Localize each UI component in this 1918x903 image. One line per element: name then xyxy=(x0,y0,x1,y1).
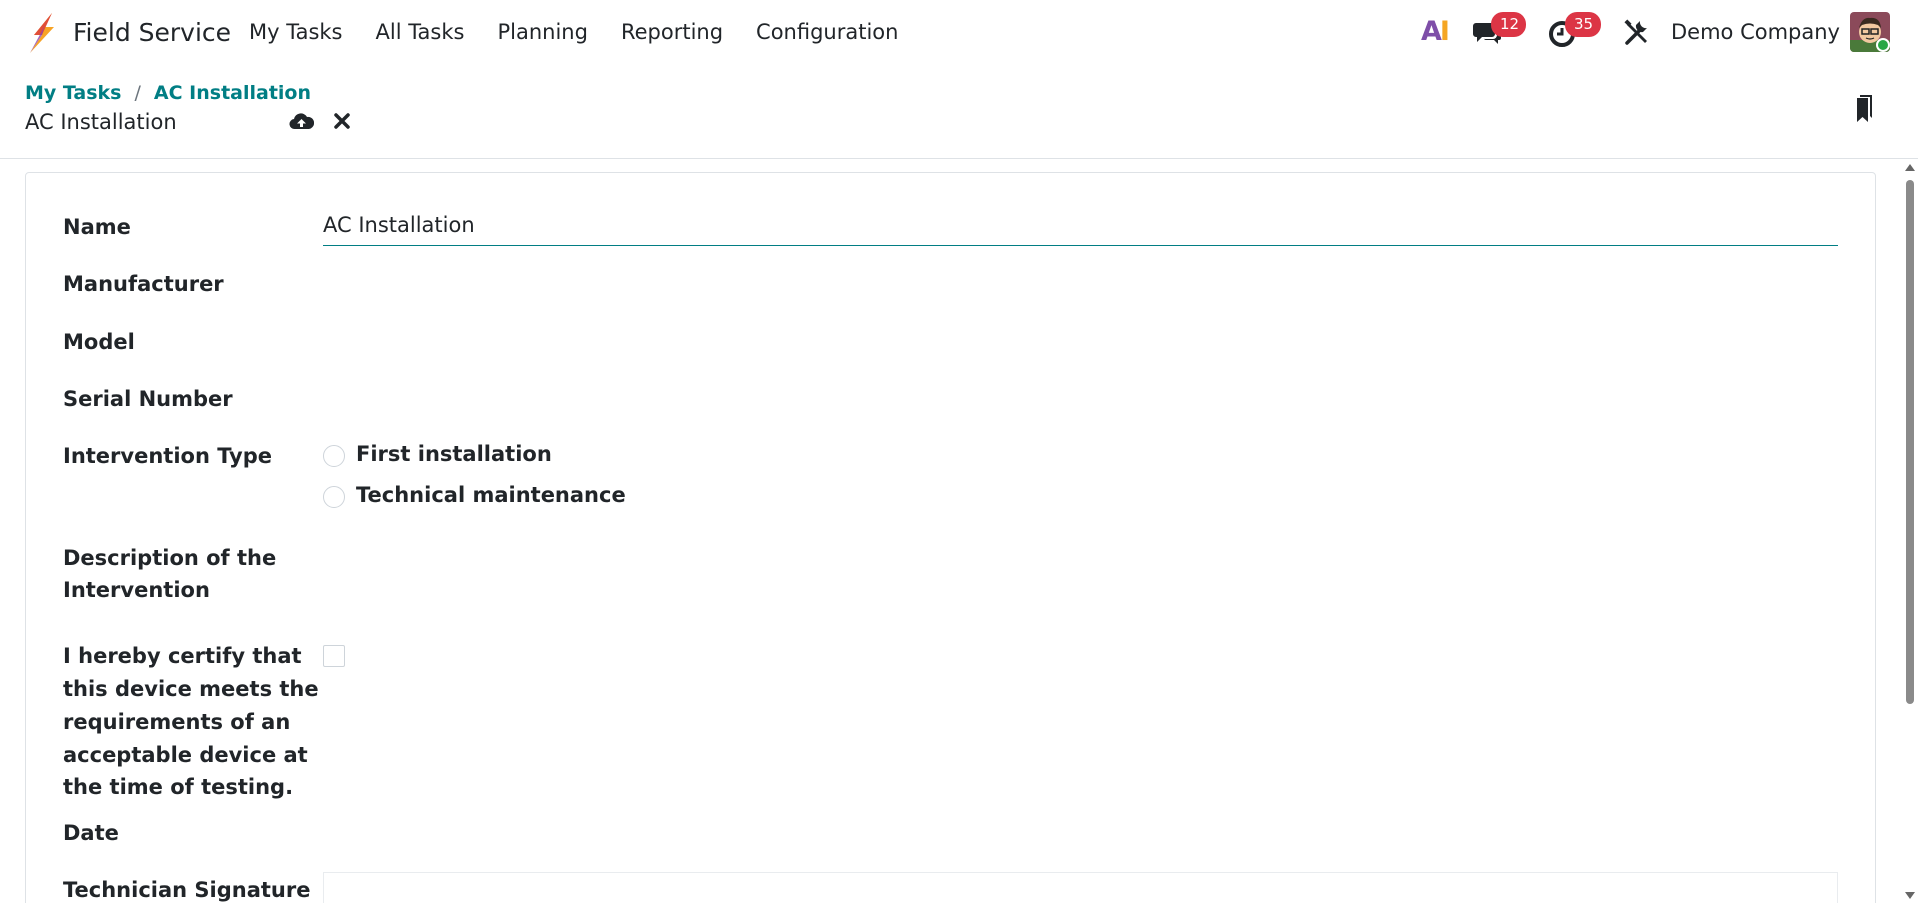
bookmark-icon[interactable] xyxy=(1854,94,1874,124)
breadcrumb: My Tasks / AC Installation xyxy=(25,82,311,104)
certify-label-line5: the time of testing. xyxy=(63,775,294,799)
presence-status-indicator xyxy=(1876,38,1890,52)
certify-checkbox[interactable] xyxy=(323,645,345,667)
technician-signature-label: Technician Signature xyxy=(63,878,311,902)
main-menu: My Tasks All Tasks Planning Reporting Co… xyxy=(249,20,931,44)
app-name[interactable]: Field Service xyxy=(73,18,231,47)
radio-first-installation-label[interactable]: First installation xyxy=(356,442,552,466)
technician-signature-field[interactable] xyxy=(323,872,1838,903)
radio-first-installation[interactable] xyxy=(323,445,345,467)
scroll-up-arrow-icon[interactable] xyxy=(1905,164,1915,171)
radio-technical-maintenance[interactable] xyxy=(323,486,345,508)
company-switcher[interactable]: Demo Company xyxy=(1671,20,1840,44)
manufacturer-label: Manufacturer xyxy=(63,272,224,296)
model-label: Model xyxy=(63,330,135,354)
menu-all-tasks[interactable]: All Tasks xyxy=(376,20,465,44)
certify-label-line3: requirements of an xyxy=(63,710,291,734)
name-input-underline xyxy=(323,245,1838,246)
name-input[interactable]: AC Installation xyxy=(323,213,475,237)
record-title: AC Installation xyxy=(25,110,177,134)
page-scrollbar[interactable] xyxy=(1902,162,1918,903)
debug-tools-icon[interactable] xyxy=(1623,19,1651,47)
menu-planning[interactable]: Planning xyxy=(497,20,587,44)
description-label-line2: Intervention xyxy=(63,578,210,602)
menu-reporting[interactable]: Reporting xyxy=(621,20,723,44)
activities-count-badge: 35 xyxy=(1565,12,1601,37)
intervention-type-label: Intervention Type xyxy=(63,444,273,468)
breadcrumb-ac-installation[interactable]: AC Installation xyxy=(154,82,311,104)
field-service-logo-icon[interactable] xyxy=(22,11,56,55)
date-label: Date xyxy=(63,821,119,845)
save-cloud-upload-icon[interactable] xyxy=(289,110,314,132)
scrollbar-thumb[interactable] xyxy=(1906,180,1914,704)
breadcrumb-separator: / xyxy=(134,82,141,104)
messages-count-badge: 12 xyxy=(1491,12,1526,37)
certify-label-line2: this device meets the xyxy=(63,677,319,701)
form-sheet xyxy=(25,172,1876,903)
ai-icon[interactable]: AI xyxy=(1421,16,1450,47)
certify-label-line1: I hereby certify that xyxy=(63,644,302,668)
name-label: Name xyxy=(63,215,131,239)
menu-configuration[interactable]: Configuration xyxy=(756,20,898,44)
scroll-down-arrow-icon[interactable] xyxy=(1905,892,1915,899)
menu-my-tasks[interactable]: My Tasks xyxy=(249,20,343,44)
breadcrumb-my-tasks[interactable]: My Tasks xyxy=(25,82,122,104)
discard-close-icon[interactable] xyxy=(332,111,352,131)
control-panel-divider xyxy=(0,158,1918,159)
description-label-line1: Description of the xyxy=(63,546,277,570)
serial-number-label: Serial Number xyxy=(63,387,233,411)
certify-label-line4: acceptable device at xyxy=(63,743,308,767)
radio-technical-maintenance-label[interactable]: Technical maintenance xyxy=(356,483,626,507)
